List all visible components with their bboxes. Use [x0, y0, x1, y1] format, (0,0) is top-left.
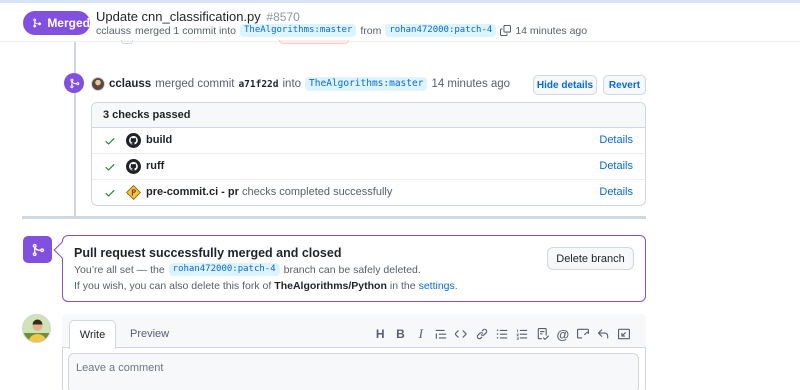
merged-line2-prefix: If you wish, you can also delete this fo…	[74, 280, 272, 292]
markdown-toolbar: H B I @	[370, 326, 634, 342]
task-list-icon[interactable]	[532, 326, 552, 342]
base-branch-pill[interactable]: TheAlgorithms:master	[305, 77, 428, 91]
github-icon	[126, 133, 141, 148]
avatar[interactable]	[22, 314, 51, 343]
reference-icon[interactable]	[573, 326, 593, 342]
merge-action: merged commit	[155, 78, 235, 90]
merge-event: cclauss merged commit a71f22d into TheAl…	[91, 76, 510, 92]
merge-time[interactable]: 14 minutes ago	[431, 78, 510, 90]
sticky-header: Merged Update cnn_classification.py #857…	[0, 3, 800, 42]
checks-summary: 3 checks passed	[92, 103, 645, 128]
avatar[interactable]	[91, 77, 105, 91]
merged-branch-note: You’re all set — the rohan472000:patch-4…	[74, 263, 421, 276]
pre-commit-icon	[126, 185, 141, 200]
pr-number: #8570	[266, 10, 300, 24]
quote-icon[interactable]	[431, 326, 451, 342]
merge-icon	[32, 243, 44, 256]
check-label: build	[146, 134, 172, 146]
pr-meta-time: 14 minutes ago	[515, 24, 588, 37]
check-icon	[105, 190, 115, 197]
avatar-image	[23, 315, 50, 342]
merged-line1-prefix: You’re all set — the	[74, 263, 165, 276]
check-label: ruff	[146, 160, 164, 172]
hidden-element-edge	[121, 40, 133, 44]
fork-repo-name: TheAlgorithms/Python	[274, 280, 387, 292]
merged-line2-end: .	[454, 280, 458, 292]
italic-icon[interactable]: I	[411, 326, 431, 342]
mention-icon[interactable]: @	[553, 326, 573, 342]
check-row: ruff Details	[92, 154, 645, 180]
check-icon	[105, 164, 115, 171]
pr-title: Update cnn_classification.py #8570	[96, 9, 300, 24]
revert-button[interactable]: Revert	[603, 75, 646, 95]
tab-write[interactable]: Write	[69, 320, 116, 349]
fullscreen-icon[interactable]	[614, 326, 634, 342]
delete-branch-button[interactable]: Delete branch	[547, 247, 634, 270]
heading-icon[interactable]: H	[370, 326, 390, 342]
bold-icon[interactable]: B	[390, 326, 410, 342]
pr-title-text: Update cnn_classification.py	[96, 9, 261, 24]
check-details-link[interactable]: Details	[599, 160, 633, 172]
check-details-link[interactable]: Details	[599, 134, 633, 146]
link-icon[interactable]	[471, 326, 491, 342]
commit-sha[interactable]: a71f22d	[238, 79, 278, 90]
pr-meta: cclauss merged 1 commit into TheAlgorith…	[96, 24, 587, 37]
merge-icon	[69, 78, 79, 88]
check-details-link[interactable]: Details	[599, 186, 633, 198]
merged-line1-suffix: branch can be safely deleted.	[283, 263, 421, 276]
check-name: ruff	[146, 160, 165, 172]
base-branch-pill[interactable]: TheAlgorithms:master	[239, 24, 357, 37]
pr-meta-from: from	[360, 24, 382, 37]
pr-meta-action: merged 1 commit into	[135, 24, 236, 37]
merged-title: Pull request successfully merged and clo…	[74, 246, 342, 260]
unordered-list-icon[interactable]	[492, 326, 512, 342]
code-icon[interactable]	[451, 326, 471, 342]
settings-link[interactable]: settings	[419, 280, 455, 292]
merged-status-icon	[23, 236, 52, 263]
check-name: build	[146, 134, 173, 146]
merge-actor[interactable]: cclauss	[109, 78, 151, 90]
copy-icon[interactable]	[500, 25, 512, 36]
check-row: pre-commit.ci - pr checks completed succ…	[92, 180, 645, 205]
check-icon	[105, 138, 115, 145]
check-description: checks completed successfully	[241, 186, 393, 198]
checks-panel: 3 checks passed build Details ruff Detai…	[91, 102, 646, 206]
head-branch-pill[interactable]: rohan472000:patch-4	[168, 263, 280, 276]
reply-icon[interactable]	[593, 326, 613, 342]
check-row: build Details	[92, 128, 645, 154]
merged-line2-middle: in the	[389, 280, 416, 292]
hide-details-button[interactable]: Hide details	[533, 75, 597, 95]
tab-preview[interactable]: Preview	[130, 328, 169, 340]
pr-meta-author[interactable]: cclauss	[96, 25, 131, 37]
merge-icon	[33, 18, 42, 28]
hidden-element-edge	[279, 40, 349, 44]
merged-fork-note: If you wish, you can also delete this fo…	[74, 280, 458, 292]
github-icon	[126, 159, 141, 174]
merge-event-badge	[64, 73, 84, 93]
comment-textarea[interactable]: Leave a comment	[68, 353, 639, 390]
merged-state-label: Merged	[47, 16, 90, 30]
timeline-divider	[22, 216, 646, 219]
head-branch-pill[interactable]: rohan472000:patch-4	[385, 24, 497, 37]
check-name: pre-commit.ci - pr	[146, 186, 239, 198]
check-label: pre-commit.ci - pr checks completed succ…	[146, 186, 392, 198]
merged-state-badge: Merged	[23, 11, 90, 35]
timeline-line	[74, 42, 76, 217]
ordered-list-icon[interactable]	[512, 326, 532, 342]
merge-into: into	[282, 78, 302, 90]
